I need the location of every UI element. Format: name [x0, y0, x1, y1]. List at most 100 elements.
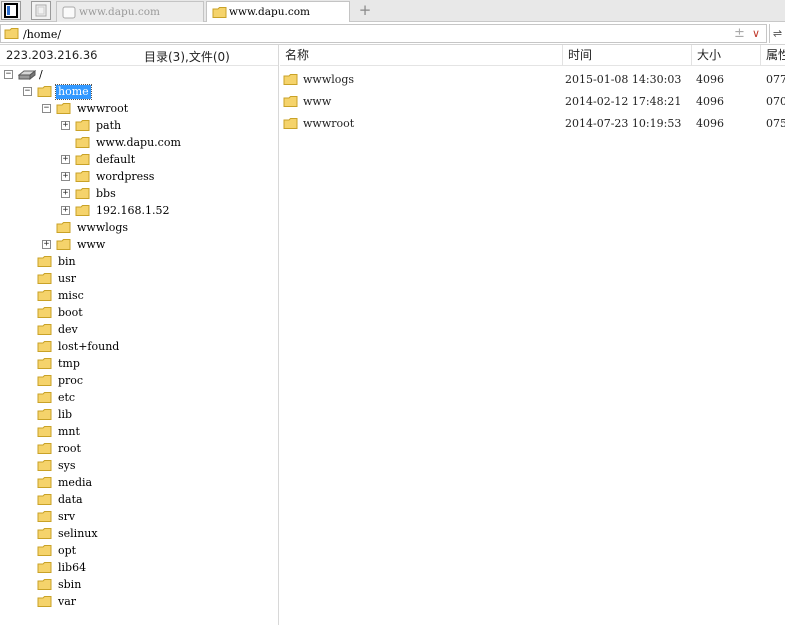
collapse-toggle[interactable]: − [42, 104, 51, 113]
tree-node-label[interactable]: var [56, 595, 78, 609]
file-name: wwwroot [303, 117, 355, 130]
tree-node-label[interactable]: root [56, 442, 83, 456]
tree-node-label[interactable]: media [56, 476, 94, 490]
folder-icon [37, 340, 53, 356]
tab-site-active[interactable]: www.dapu.com [206, 1, 350, 23]
file-list-pane: 名称 时间 大小 属性 wwwlogs 2015-01-08 14:30:03 40… [280, 45, 785, 625]
tree-node-label[interactable]: proc [56, 374, 85, 388]
tree-node-label[interactable]: 192.168.1.52 [94, 204, 171, 218]
tree-node-label[interactable]: sys [56, 459, 78, 473]
folder-icon [75, 153, 91, 169]
folder-icon [283, 117, 299, 133]
tree-node-label[interactable]: path [94, 119, 123, 133]
expand-toggle[interactable]: + [61, 172, 70, 181]
collapse-toggle[interactable]: − [4, 70, 13, 79]
column-name[interactable]: 名称 [280, 45, 563, 66]
path-dropdown-button[interactable]: ∨ [752, 26, 760, 42]
folder-icon [37, 578, 53, 594]
tree-node-label[interactable]: www.dapu.com [94, 136, 183, 150]
file-attr: 0775 [766, 73, 785, 86]
folder-icon [37, 425, 53, 441]
expand-toggle[interactable]: + [42, 240, 51, 249]
folder-icon [37, 510, 53, 526]
tree-node-label[interactable]: home [55, 84, 92, 100]
tree-node-label[interactable]: mnt [56, 425, 82, 439]
folder-icon [56, 238, 72, 254]
tree-node-label[interactable]: data [56, 493, 85, 507]
folder-icon [37, 374, 53, 390]
tree-node-label[interactable]: etc [56, 391, 77, 405]
file-name: wwwlogs [303, 73, 355, 86]
tree-node-label[interactable]: sbin [56, 578, 83, 592]
folder-icon [37, 442, 53, 458]
panel-toggle-button[interactable] [1, 1, 21, 20]
folder-icon [37, 289, 53, 305]
swap-button[interactable]: ⇌ [769, 24, 785, 43]
tree-node-label[interactable]: wwwroot [75, 102, 130, 116]
tree-node-label[interactable]: usr [56, 272, 78, 286]
path-input[interactable]: /home/ ± ∨ [0, 24, 767, 43]
tab-bar: www.dapu.com www.dapu.com + [0, 0, 785, 23]
folder-icon [37, 595, 53, 611]
tree-node-label[interactable]: tmp [56, 357, 82, 371]
file-time: 2014-07-23 10:19:53 [565, 117, 682, 130]
server-address: 223.203.216.36 [6, 48, 98, 62]
panel-icon [4, 3, 18, 18]
tree-node-label[interactable]: selinux [56, 527, 100, 541]
folder-icon [37, 408, 53, 424]
tree-node-label[interactable]: bbs [94, 187, 118, 201]
column-attr[interactable]: 属性 [761, 45, 785, 66]
tree-node-label[interactable]: bin [56, 255, 78, 269]
tree-node-label[interactable]: www [75, 238, 107, 252]
folder-icon [283, 95, 299, 111]
column-time[interactable]: 时间 [563, 45, 692, 66]
page-icon [62, 6, 76, 22]
folder-icon [37, 323, 53, 339]
file-row[interactable]: wwwroot 2014-07-23 10:19:53 4096 0755 [280, 114, 785, 134]
folder-icon [37, 306, 53, 322]
tree-node-label[interactable]: srv [56, 510, 77, 524]
folder-icon [37, 85, 53, 101]
bookmark-button[interactable]: ± [734, 26, 745, 42]
folder-icon [37, 476, 53, 492]
folder-icon [4, 27, 20, 43]
tree-node-label[interactable]: boot [56, 306, 85, 320]
expand-toggle[interactable]: + [61, 155, 70, 164]
folder-icon [283, 73, 299, 89]
tree-node-label[interactable]: misc [56, 289, 86, 303]
folder-icon [37, 255, 53, 271]
layout-button[interactable] [31, 1, 51, 20]
file-row[interactable]: wwwlogs 2015-01-08 14:30:03 4096 0775 [280, 70, 785, 90]
column-size[interactable]: 大小 [692, 45, 761, 66]
expand-toggle[interactable]: + [61, 206, 70, 215]
folder-icon [75, 170, 91, 186]
file-size: 4096 [696, 117, 724, 130]
path-text: /home/ [23, 28, 62, 41]
tree-node-label[interactable]: lib [56, 408, 74, 422]
file-attr: 0700 [766, 95, 785, 108]
tab-label: www.dapu.com [229, 6, 311, 18]
folder-icon [75, 119, 91, 135]
tree-node-label[interactable]: / [37, 68, 45, 82]
tree-node-label[interactable]: opt [56, 544, 78, 558]
tree-node-label[interactable]: lost+found [56, 340, 121, 354]
folder-icon [37, 561, 53, 577]
tree-node-label[interactable]: default [94, 153, 137, 167]
tree-node-label[interactable]: dev [56, 323, 80, 337]
file-size: 4096 [696, 73, 724, 86]
expand-toggle[interactable]: + [61, 121, 70, 130]
folder-icon [56, 221, 72, 237]
collapse-toggle[interactable]: − [23, 87, 32, 96]
new-tab-button[interactable]: + [357, 2, 373, 18]
tab-site[interactable]: www.dapu.com [56, 1, 204, 22]
item-counts: 目录(3),文件(0) [144, 50, 230, 64]
folder-icon [37, 459, 53, 475]
file-row[interactable]: www 2014-02-12 17:48:21 4096 0700 [280, 92, 785, 112]
tree-node-label[interactable]: wordpress [94, 170, 156, 184]
folder-icon [37, 527, 53, 543]
file-time: 2015-01-08 14:30:03 [565, 73, 682, 86]
expand-toggle[interactable]: + [61, 189, 70, 198]
column-headers: 名称 时间 大小 属性 [280, 45, 785, 66]
tree-node-label[interactable]: lib64 [56, 561, 88, 575]
tree-node-label[interactable]: wwwlogs [75, 221, 130, 235]
